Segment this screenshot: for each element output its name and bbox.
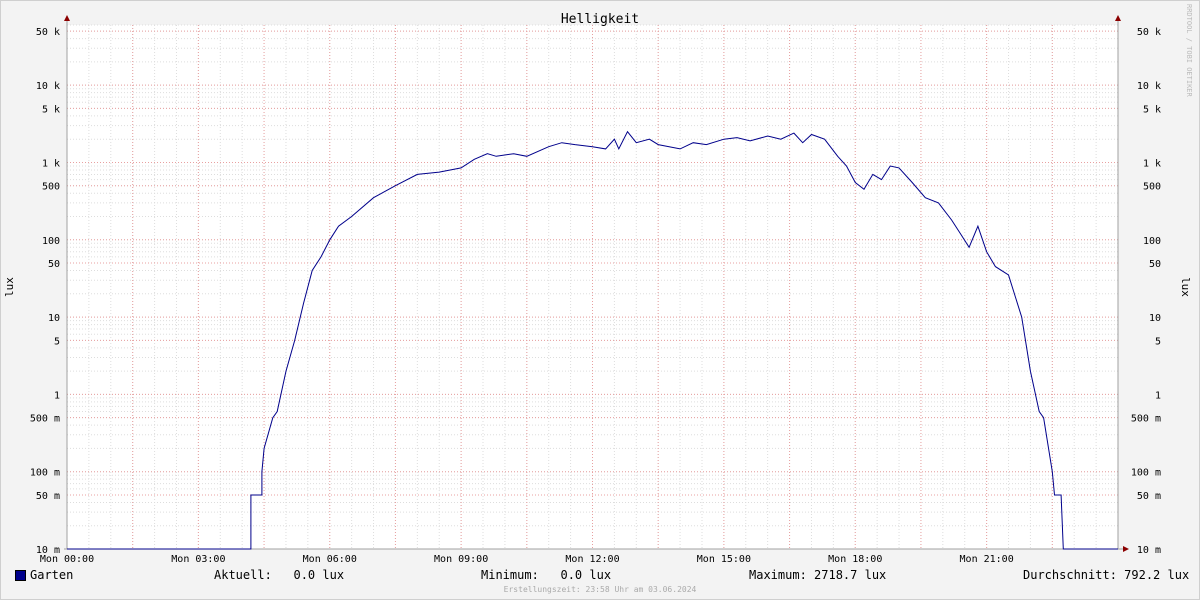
x-tick-label: Mon 09:00 (434, 554, 488, 565)
y-tick-label: 500 m (1131, 414, 1161, 425)
y-tick-label: 10 (48, 313, 60, 324)
y-tick-label: 5 k (42, 104, 60, 115)
y-axis-arrow-right (1115, 15, 1121, 21)
y-tick-label: 1 (54, 390, 60, 401)
x-tick-label: Mon 21:00 (960, 554, 1014, 565)
x-tick-label: Mon 12:00 (565, 554, 619, 565)
y-tick-label: 50 m (36, 491, 60, 502)
chart-svg: Helligkeit 10 m 50 m 100 m 500 m 1 5 10 50 100 50… (3, 12, 1192, 565)
y-tick-label: 50 k (1137, 27, 1161, 38)
y-tick-labels-right: 10 m 50 m 100 m 500 m 1 5 10 50 100 500 1 k 5 k 10 k… (1131, 27, 1161, 556)
y-axis-label-left: lux (3, 277, 16, 297)
y-axis-label-right: lux (1179, 277, 1192, 297)
footer-timestamp: Erstellungszeit: 23:58 Uhr am 03.06.2024 (503, 585, 697, 594)
y-tick-label: 100 (1143, 236, 1161, 247)
watermark: RRDTOOL / TOBI OETIKER (1185, 4, 1193, 97)
y-tick-label: 50 k (36, 27, 60, 38)
y-tick-label: 100 m (1131, 468, 1161, 479)
y-tick-label: 500 (1143, 182, 1161, 193)
y-tick-label: 5 (54, 336, 60, 347)
y-tick-labels-left: 10 m50 m100 m500 m1510501005001 k5 k10 k… (30, 27, 60, 556)
y-tick-label: 1 k (42, 158, 60, 169)
legend-minimum: Minimum: 0.0 lux (481, 568, 612, 582)
x-tick-label: Mon 00:00 (40, 554, 94, 565)
y-tick-label: 5 (1155, 336, 1161, 347)
y-tick-label: 100 m (30, 468, 60, 479)
y-axis-arrow-left (64, 15, 70, 21)
legend-current: Aktuell: 0.0 lux (214, 568, 345, 582)
x-axis-arrow (1123, 546, 1129, 552)
y-tick-label: 5 k (1143, 104, 1161, 115)
x-tick-label: Mon 03:00 (171, 554, 225, 565)
x-tick-label: Mon 06:00 (303, 554, 357, 565)
y-tick-label: 50 (1149, 259, 1161, 270)
y-tick-label: 10 k (36, 81, 60, 92)
legend-maximum: Maximum: 2718.7 lux (749, 568, 887, 582)
legend-series-name: Garten (30, 568, 74, 582)
y-tick-label: 10 (1149, 313, 1161, 324)
y-tick-label: 1 k (1143, 158, 1161, 169)
y-tick-label: 1 (1155, 390, 1161, 401)
legend-average: Durchschnitt: 792.2 lux (1023, 568, 1190, 582)
y-tick-label: 500 (42, 182, 60, 193)
legend-swatch-garten (15, 570, 26, 581)
chart-title: Helligkeit (561, 12, 639, 27)
y-tick-label: 50 m (1137, 491, 1161, 502)
y-tick-label: 10 m (1137, 545, 1161, 556)
y-tick-label: 100 (42, 236, 60, 247)
y-tick-label: 50 (48, 259, 60, 270)
y-tick-label: 10 k (1137, 81, 1161, 92)
y-tick-label: 500 m (30, 414, 60, 425)
x-tick-label: Mon 18:00 (828, 554, 882, 565)
x-tick-labels: Mon 00:00 Mon 03:00 Mon 06:00 Mon 09:00 Mon … (40, 554, 1014, 565)
x-tick-label: Mon 15:00 (697, 554, 751, 565)
